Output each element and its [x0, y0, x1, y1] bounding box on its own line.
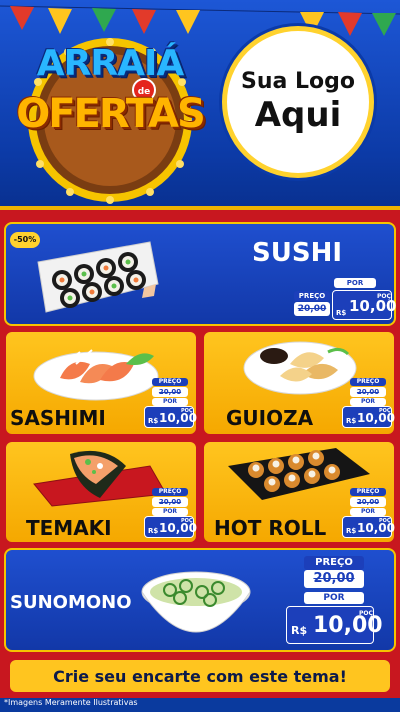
unit-label: POÇ: [181, 408, 193, 414]
price-label: PREÇO: [294, 291, 330, 301]
unit-label: POÇ: [359, 610, 373, 617]
por-label: POR: [350, 508, 386, 516]
currency-symbol: R$: [346, 527, 357, 535]
por-label: POR: [334, 278, 376, 288]
product-name-hot-roll: HOT ROLL: [214, 516, 327, 540]
price-tag-temaki: PREÇO 20,00 POR R$ 10,00 POÇ: [144, 488, 197, 540]
event-title-line1: ARRAIÁ: [36, 43, 184, 84]
currency-symbol: R$: [346, 417, 357, 425]
new-price-box: R$ 10,00 POÇ: [144, 406, 197, 428]
old-price: 20,00: [350, 497, 386, 507]
brand-placeholder-line1: Sua Logo: [240, 69, 355, 94]
por-label: POR: [152, 508, 188, 516]
por-label: POR: [152, 398, 188, 406]
currency-symbol: R$: [148, 527, 159, 535]
unit-label: POÇ: [377, 293, 391, 300]
por-label: POR: [304, 592, 364, 604]
price-tag-sunomono: PREÇO 20,00 POR R$ 10,00 POÇ: [282, 556, 394, 648]
product-name-sashimi: SASHIMI: [10, 406, 106, 430]
sushi-tray-icon: [37, 241, 159, 313]
price-tag-guioza: PREÇO 20,00 POR R$ 10,00 POÇ: [342, 378, 395, 430]
unit-label: POÇ: [181, 518, 193, 524]
old-price: 20,00: [304, 570, 364, 588]
price-label: PREÇO: [304, 556, 364, 570]
price-tag-sushi: POR PREÇO 20,00 R$ 10,00 POÇ: [290, 278, 396, 322]
header-banner: ARRAIÁ de OFERTAS Sua Logo Aqui: [0, 0, 400, 222]
cta-banner[interactable]: Crie seu encarte com este tema!: [8, 658, 392, 694]
old-price: 20,00: [152, 497, 188, 507]
unit-label: POÇ: [379, 518, 391, 524]
currency-symbol: R$: [291, 624, 308, 637]
product-name-sushi: SUSHI: [252, 238, 342, 268]
new-price-box: R$ 10,00 POÇ: [342, 406, 395, 428]
new-price-box: R$ 10,00 POÇ: [342, 516, 395, 538]
product-name-guioza: GUIOZA: [226, 406, 314, 430]
price-label: PREÇO: [350, 378, 386, 386]
currency-symbol: R$: [148, 417, 159, 425]
product-name-temaki: TEMAKI: [26, 516, 112, 540]
brand-logo-placeholder[interactable]: Sua Logo Aqui: [222, 26, 374, 178]
old-price: 20,00: [350, 387, 386, 397]
new-price-box: R$ 10,00 POÇ: [144, 516, 197, 538]
brand-placeholder-line2: Aqui: [254, 95, 342, 135]
old-price: 20,00: [294, 302, 330, 316]
unit-label: POÇ: [379, 408, 391, 414]
price-tag-sashimi: PREÇO 20,00 POR R$ 10,00 POÇ: [144, 378, 197, 430]
price-label: PREÇO: [152, 378, 188, 386]
footnote: *Imagens Meramente Ilustrativas: [4, 698, 138, 707]
product-name-sunomono: SUNOMONO: [10, 592, 132, 613]
event-title-line2: OFERTAS: [16, 91, 206, 137]
old-price: 20,00: [152, 387, 188, 397]
new-price-box: R$ 10,00 POÇ: [332, 290, 396, 320]
price-label: PREÇO: [152, 488, 188, 496]
price-label: PREÇO: [350, 488, 386, 496]
sunomono-bowl-icon: [141, 571, 251, 633]
new-price-box: R$ 10,00 POÇ: [286, 606, 383, 644]
por-label: POR: [350, 398, 386, 406]
currency-symbol: R$: [336, 309, 347, 317]
price-tag-hot-roll: PREÇO 20,00 POR R$ 10,00 POÇ: [342, 488, 395, 540]
